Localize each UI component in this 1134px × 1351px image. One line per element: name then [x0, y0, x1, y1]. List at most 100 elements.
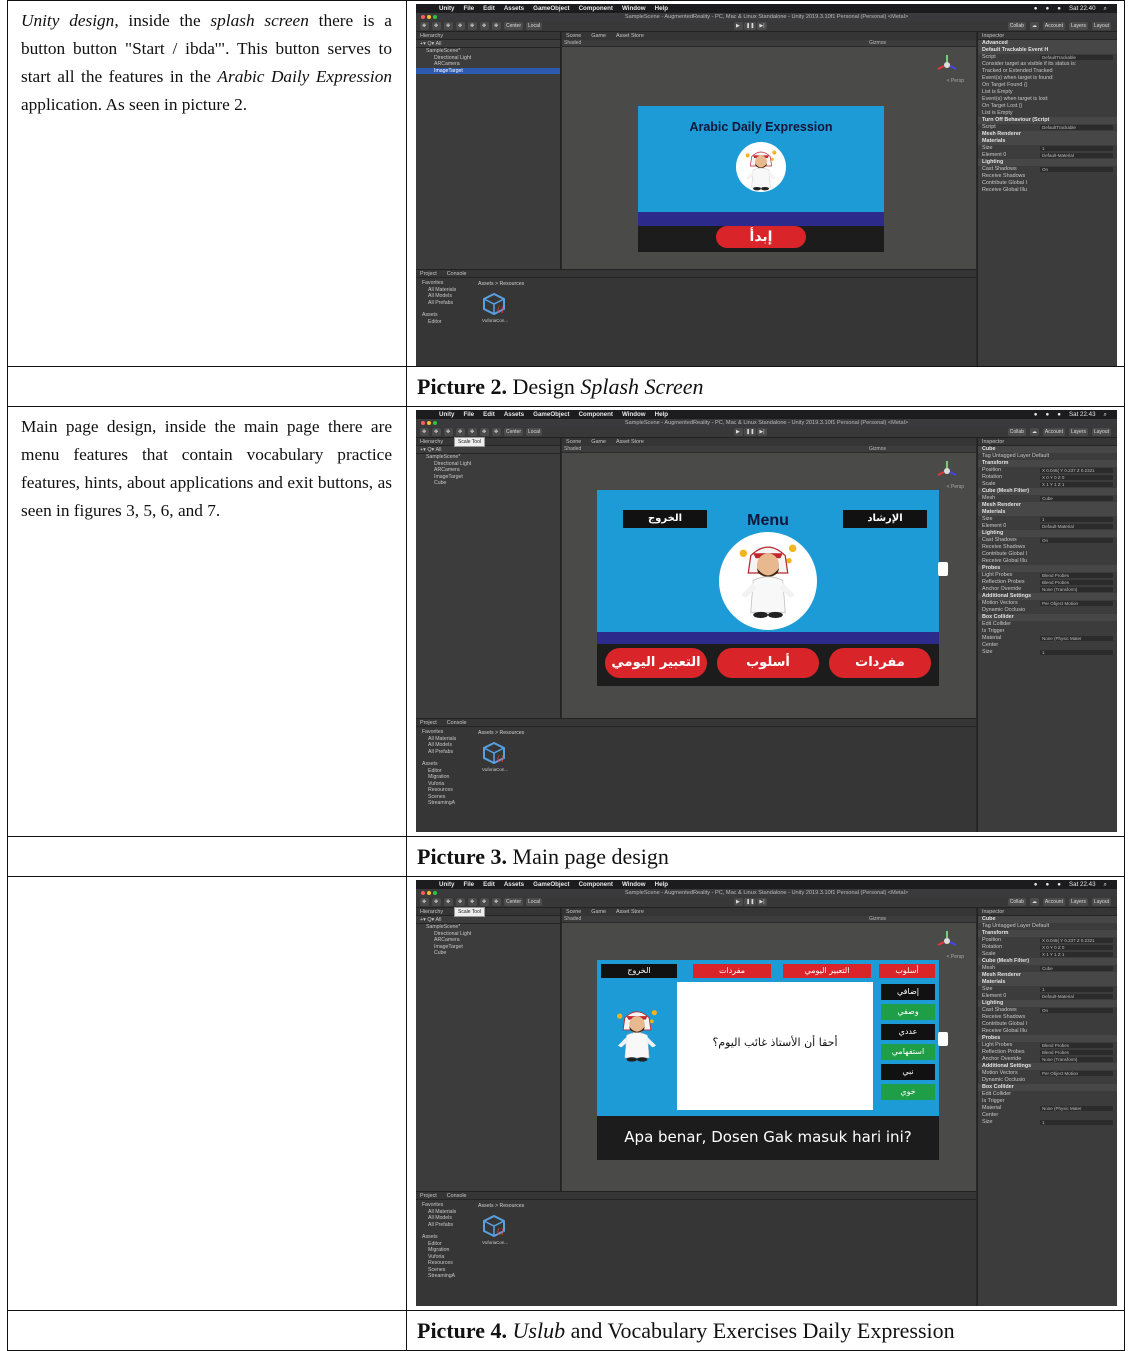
inspector-field[interactable]: Size 1 [978, 986, 1117, 993]
search-icon[interactable]: ⌕ [1104, 411, 1107, 419]
inspector-field[interactable]: Receive Global Illu [978, 1028, 1117, 1035]
inspector-field[interactable]: Rotation X 0 Y 0 Z 0 [978, 944, 1117, 951]
layers-dropdown[interactable]: Layers [1068, 22, 1088, 30]
hierarchy-search[interactable]: +▾ Q▾ All [416, 916, 560, 924]
inspector-field[interactable]: Light Probes Blend Probes [978, 1042, 1117, 1049]
battery-icon[interactable]: ● [1057, 411, 1061, 419]
assets-tree-item[interactable]: StreamingA [416, 1273, 472, 1280]
inspector-field[interactable]: Contribute Global I [978, 551, 1117, 558]
inspector-value[interactable]: X 0 Y 0 Z 0 [1040, 945, 1113, 950]
collab-dropdown[interactable]: Collab [1007, 22, 1026, 30]
inspector-field[interactable]: Reflection Probes Blend Probes [978, 1049, 1117, 1056]
inspector-field[interactable]: Contribute Global I [978, 1021, 1117, 1028]
zoom-window-button[interactable] [433, 421, 437, 425]
close-window-button[interactable] [421, 15, 425, 19]
pause-button[interactable]: ❚❚ [744, 898, 757, 906]
inspector-field[interactable]: Contribute Global I [978, 180, 1117, 187]
menu-gameobject[interactable]: GameObject [533, 411, 569, 418]
inspector-value[interactable]: DefaultTrackable [1040, 125, 1113, 130]
gizmos-dropdown[interactable]: Gizmos [869, 916, 886, 923]
menu-button[interactable]: التعبير اليومي [605, 648, 707, 678]
inspector-tab[interactable]: Inspector [978, 32, 1117, 40]
inspector-field[interactable]: Mesh Cube [978, 965, 1117, 972]
inspector-field[interactable]: On Target Lost () [978, 103, 1117, 110]
inspector-field[interactable]: Receive Shadows [978, 544, 1117, 551]
pivot-center-toggle[interactable]: Center [504, 22, 524, 30]
favorites-item[interactable]: All Prefabs [416, 300, 472, 307]
inspector-field[interactable]: Receive Global Illu [978, 187, 1117, 194]
answer-option[interactable]: وصفي [881, 1004, 935, 1020]
collab-dropdown[interactable]: Collab [1007, 428, 1026, 436]
minimize-window-button[interactable] [427, 891, 431, 895]
vuforia-config-asset[interactable]: {} VuforiaCon... [482, 741, 508, 772]
inspector-tab[interactable]: Inspector [978, 438, 1117, 446]
inspector-field[interactable]: Rotation X 0 Y 0 Z 0 [978, 474, 1117, 481]
move-tool-icon[interactable]: ✥ [432, 898, 441, 906]
play-button[interactable]: ▶ [734, 898, 743, 906]
view-tab-scene[interactable]: Scene [566, 438, 581, 446]
rotate-tool-icon[interactable]: ✥ [444, 428, 453, 436]
scene-orientation-gizmo[interactable] [936, 930, 958, 952]
shading-dropdown[interactable]: Shaded [564, 916, 581, 922]
start-button[interactable]: إبدأ [716, 226, 806, 248]
wifi-icon[interactable]: ● [1034, 881, 1038, 889]
hierarchy-item[interactable]: Cube [416, 480, 560, 487]
top-tab[interactable]: مفردات [693, 964, 771, 978]
custom-tool-icon[interactable]: ✥ [492, 428, 501, 436]
view-tab-game[interactable]: Game [591, 438, 606, 446]
hierarchy-tab[interactable]: Hierarchy [416, 908, 560, 916]
collab-dropdown[interactable]: Collab [1007, 898, 1026, 906]
hierarchy-search[interactable]: +▾ Q▾ All [416, 40, 560, 48]
project-tab-console[interactable]: Console [447, 720, 467, 726]
top-tab[interactable]: أسلوب [879, 964, 935, 978]
hierarchy-tab[interactable]: Hierarchy [416, 438, 560, 446]
step-button[interactable]: ▶| [757, 428, 767, 436]
pivot-center-toggle[interactable]: Center [504, 898, 524, 906]
inspector-field[interactable]: Receive Global Illu [978, 558, 1117, 565]
inspector-value[interactable]: Blend Probes [1040, 580, 1113, 585]
view-tab-asset-store[interactable]: Asset Store [616, 438, 644, 446]
inspector-field[interactable]: Center [978, 642, 1117, 649]
menu-help[interactable]: Help [655, 411, 668, 418]
cloud-icon[interactable]: ☁ [1029, 428, 1039, 436]
inspector-value[interactable]: Default-Material [1040, 153, 1113, 158]
menu-window[interactable]: Window [622, 411, 646, 418]
inspector-field[interactable]: Event(s) when target is lost: [978, 96, 1117, 103]
inspector-field[interactable]: Position X 0.046( Y 0.237 Z 0.2321 [978, 467, 1117, 474]
inspector-field[interactable]: Dynamic Occlusio [978, 607, 1117, 614]
pause-button[interactable]: ❚❚ [744, 22, 757, 30]
inspector-field[interactable]: Element 0 Default-Material [978, 993, 1117, 1000]
menu-unity[interactable]: Unity [439, 5, 454, 12]
inspector-field[interactable]: On Target Found () [978, 82, 1117, 89]
menu-button[interactable]: أسلوب [717, 648, 819, 678]
inspector-value[interactable]: X 0.046( Y 0.237 Z 0.2321 [1040, 468, 1113, 473]
scene-orientation-gizmo[interactable] [936, 54, 958, 76]
minimize-window-button[interactable] [427, 421, 431, 425]
inspector-value[interactable]: Per Object Motion [1040, 601, 1113, 606]
menu-button[interactable]: مفردات [829, 648, 931, 678]
inspector-value[interactable]: Cube [1040, 966, 1113, 971]
wifi-icon[interactable]: ● [1034, 5, 1038, 13]
custom-tool-icon[interactable]: ✥ [492, 898, 501, 906]
inspector-value[interactable]: X 1 Y 1 Z 1 [1040, 482, 1113, 487]
inspector-field[interactable]: Motion Vectors Per Object Motion [978, 1070, 1117, 1077]
battery-icon[interactable]: ● [1057, 5, 1061, 13]
vuforia-config-asset[interactable]: {} VuforiaCon... [482, 1214, 508, 1245]
inspector-value[interactable]: On [1040, 167, 1113, 172]
inspector-field[interactable]: Script DefaultTrackable [978, 124, 1117, 131]
rect-tool-icon[interactable]: ✥ [468, 428, 477, 436]
layout-dropdown[interactable]: Layout [1091, 428, 1111, 436]
menu-file[interactable]: File [463, 411, 474, 418]
inspector-field[interactable]: List is Empty [978, 89, 1117, 96]
cloud-icon[interactable]: ☁ [1029, 898, 1039, 906]
vuforia-config-asset[interactable]: {} VuforiaCon... [482, 292, 508, 323]
inspector-value[interactable]: Blend Probes [1040, 1043, 1113, 1048]
inspector-field[interactable]: Dynamic Occlusio [978, 1077, 1117, 1084]
menu-unity[interactable]: Unity [439, 411, 454, 418]
inspector-field[interactable]: Element 0 Default-Material [978, 152, 1117, 159]
inspector-value[interactable]: None (Transform) [1040, 587, 1113, 592]
inspector-field[interactable]: Receive Shadows [978, 173, 1117, 180]
inspector-value[interactable]: Cube [1040, 496, 1113, 501]
hand-tool-icon[interactable]: ✥ [420, 898, 429, 906]
inspector-value[interactable]: On [1040, 1008, 1113, 1013]
